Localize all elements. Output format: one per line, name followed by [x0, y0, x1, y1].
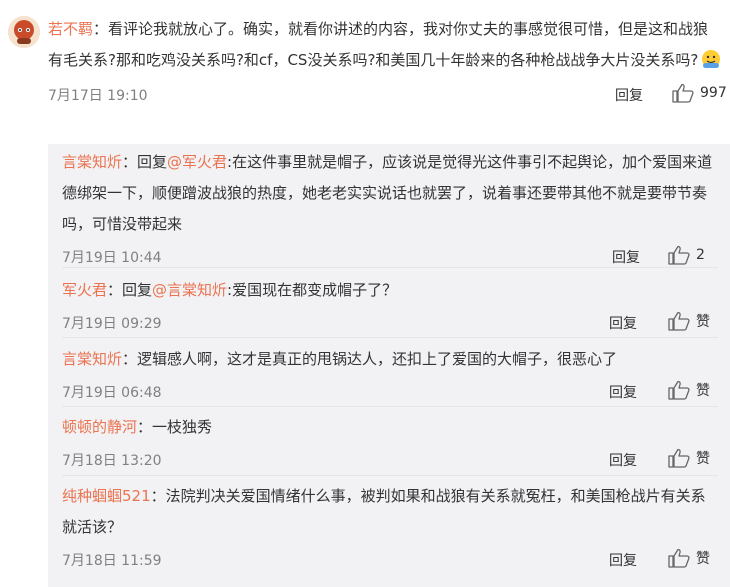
reply-like-button[interactable]: 赞: [668, 309, 710, 333]
avatar-image: [8, 16, 40, 48]
thumbs-up-icon: [668, 380, 690, 400]
reply-like-button[interactable]: 2: [668, 243, 705, 267]
reply-like-count: 赞: [696, 551, 710, 567]
divider: [62, 337, 718, 338]
main-comment-like-count: 997: [700, 85, 727, 101]
reply-username[interactable]: 顿顿的静河: [62, 418, 137, 436]
main-comment: 若不羁：看评论我就放心了。确实，就看你讲述的内容，我对你丈夫的事感觉很可惜，但是…: [48, 14, 727, 109]
reply-body: ：一枝独秀: [137, 418, 213, 436]
reply-item: 纯种蝈蝈521：法院判决关爱国情绪什么事，被判如果和战狼有关系就冤枉，和美国枪战…: [62, 481, 718, 574]
reply-prefix: ：回复: [122, 153, 168, 171]
reply-reply-button[interactable]: 回复: [609, 450, 637, 470]
thumbs-up-icon: [668, 448, 690, 468]
reply-like-count: 赞: [696, 383, 710, 399]
thumbs-up-icon: [668, 548, 690, 568]
reply-item: 言棠知炘：回复@军火君:在这件事里就是帽子，应该说是觉得光这件事引不起舆论，加个…: [62, 147, 718, 271]
reply-prefix: ：回复: [107, 281, 153, 299]
thumbs-up-icon: [668, 311, 690, 331]
thumbs-up-icon: [672, 83, 694, 103]
reply-meta: 7月18日 13:20 回复 赞: [62, 446, 718, 474]
reply-text: 言棠知炘：逻辑感人啊，这才是真正的甩锅达人，还扣上了爱国的大帽子，很恶心了: [62, 344, 718, 375]
reply-text: 纯种蝈蝈521：法院判决关爱国情绪什么事，被判如果和战狼有关系就冤枉，和美国枪战…: [62, 481, 718, 543]
reply-text: 顿顿的静河：一枝独秀: [62, 412, 718, 443]
thumbs-up-icon: [668, 245, 690, 265]
divider: [62, 475, 718, 476]
avatar[interactable]: [8, 16, 40, 48]
main-comment-reply-button[interactable]: 回复: [615, 85, 643, 105]
reply-time: 7月18日 11:59: [62, 553, 162, 569]
reply-like-button[interactable]: 赞: [668, 378, 710, 402]
divider: [62, 406, 718, 407]
reply-meta: 7月19日 09:29 回复 赞: [62, 309, 718, 337]
reply-reply-button[interactable]: 回复: [609, 550, 637, 570]
reply-mention[interactable]: @军火君: [167, 153, 227, 171]
waving-emoji-icon: [700, 48, 722, 70]
reply-time: 7月18日 13:20: [62, 453, 162, 469]
main-comment-username[interactable]: 若不羁: [48, 20, 93, 38]
reply-like-button[interactable]: 赞: [668, 546, 710, 570]
reply-item: 军火君：回复@言棠知炘:爱国现在都变成帽子了？ 7月19日 09:29 回复 赞: [62, 275, 718, 337]
reply-reply-button[interactable]: 回复: [609, 382, 637, 402]
reply-item: 顿顿的静河：一枝独秀 7月18日 13:20 回复 赞: [62, 412, 718, 474]
reply-item: 言棠知炘：逻辑感人啊，这才是真正的甩锅达人，还扣上了爱国的大帽子，很恶心了 7月…: [62, 344, 718, 406]
reply-username[interactable]: 言棠知炘: [62, 350, 122, 368]
main-comment-text: 若不羁：看评论我就放心了。确实，就看你讲述的内容，我对你丈夫的事感觉很可惜，但是…: [48, 14, 723, 76]
reply-username[interactable]: 军火君: [62, 281, 107, 299]
reply-meta: 7月19日 06:48 回复 赞: [62, 378, 718, 406]
reply-like-button[interactable]: 赞: [668, 446, 710, 470]
reply-username[interactable]: 言棠知炘: [62, 153, 122, 171]
reply-time: 7月19日 09:29: [62, 316, 162, 332]
reply-mention[interactable]: @言棠知炘: [152, 281, 227, 299]
reply-like-count: 2: [696, 247, 705, 263]
main-comment-body: ：看评论我就放心了。确实，就看你讲述的内容，我对你丈夫的事感觉很可惜，但是这和战…: [48, 20, 709, 69]
reply-body: ：法院判决关爱国情绪什么事，被判如果和战狼有关系就冤枉，和美国枪战片有关系就活该…: [62, 487, 706, 536]
main-comment-meta: 7月17日 19:10 回复 997: [48, 81, 727, 109]
reply-like-count: 赞: [696, 451, 710, 467]
reply-body: ：逻辑感人啊，这才是真正的甩锅达人，还扣上了爱国的大帽子，很恶心了: [122, 350, 618, 368]
reply-meta: 7月18日 11:59 回复 赞: [62, 546, 718, 574]
main-comment-like-button[interactable]: 997: [672, 81, 727, 105]
reply-reply-button[interactable]: 回复: [609, 313, 637, 333]
main-comment-time: 7月17日 19:10: [48, 88, 148, 104]
reply-like-count: 赞: [696, 314, 710, 330]
replies-panel: 言棠知炘：回复@军火君:在这件事里就是帽子，应该说是觉得光这件事引不起舆论，加个…: [48, 144, 730, 587]
reply-time: 7月19日 06:48: [62, 385, 162, 401]
divider: [62, 267, 718, 268]
reply-text: 言棠知炘：回复@军火君:在这件事里就是帽子，应该说是觉得光这件事引不起舆论，加个…: [62, 147, 718, 240]
reply-username[interactable]: 纯种蝈蝈521: [62, 487, 151, 505]
reply-time: 7月19日 10:44: [62, 250, 162, 266]
reply-text: 军火君：回复@言棠知炘:爱国现在都变成帽子了？: [62, 275, 718, 306]
reply-body: :爱国现在都变成帽子了？: [227, 281, 398, 299]
reply-reply-button[interactable]: 回复: [612, 247, 640, 267]
